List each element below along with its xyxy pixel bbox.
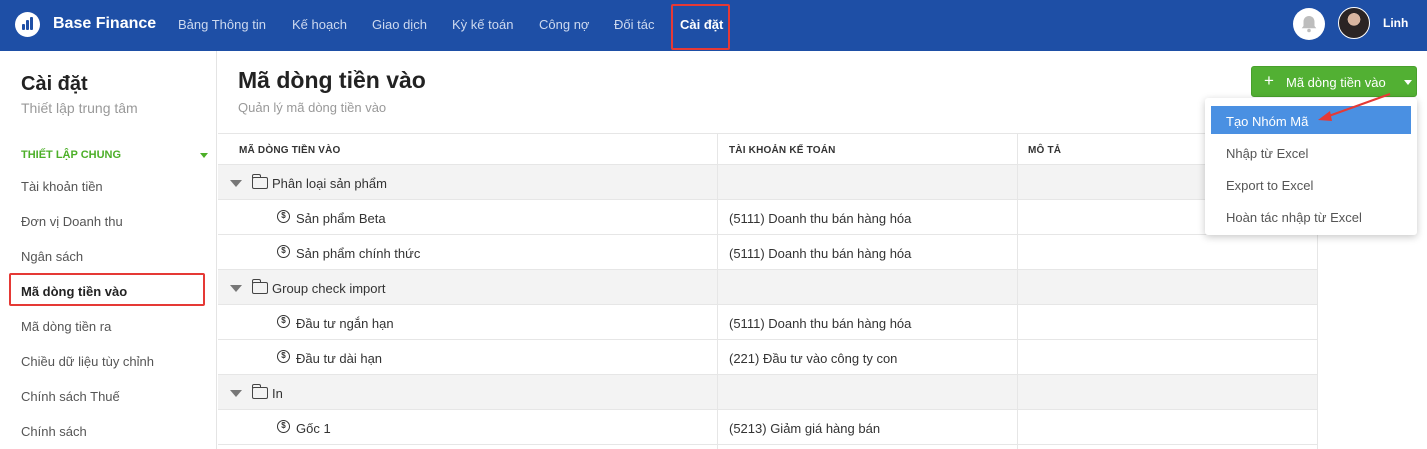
- brand-name[interactable]: Base Finance: [53, 15, 156, 33]
- collapse-icon[interactable]: [230, 285, 242, 292]
- sidebar-section-general[interactable]: THIẾT LẬP CHUNG: [21, 149, 121, 161]
- account-name: (5111) Doanh thu bán hàng hóa: [729, 316, 912, 331]
- account-name: (5111) Doanh thu bán hàng hóa: [729, 246, 912, 261]
- column-divider: [1017, 133, 1018, 449]
- code-name: Sản phẩm chính thức: [296, 246, 421, 261]
- sidebar-item-cash-out-codes[interactable]: Mã dòng tiền ra: [21, 319, 111, 334]
- table-row[interactable]: $ Sản phẩm Beta (5111) Doanh thu bán hàn…: [218, 200, 1318, 235]
- column-header-description[interactable]: MÔ TẢ: [1028, 145, 1061, 156]
- code-name: Gốc 1: [296, 421, 331, 436]
- group-name: Phân loại sản phẩm: [272, 176, 387, 191]
- menu-item-label: Nhập từ Excel: [1226, 146, 1309, 161]
- table-group-row[interactable]: Phân loại sản phẩm: [218, 165, 1318, 200]
- menu-item-label: Export to Excel: [1226, 178, 1314, 193]
- menu-item-export-excel[interactable]: Export to Excel: [1211, 170, 1411, 198]
- account-name: (221) Đầu tư vào công ty con: [729, 351, 898, 366]
- table-group-row[interactable]: Group check import: [218, 270, 1318, 305]
- chevron-down-icon[interactable]: [200, 153, 208, 158]
- folder-icon: [251, 279, 268, 294]
- table-group-row[interactable]: In: [218, 375, 1318, 410]
- sidebar-item-cash-in-codes[interactable]: Mã dòng tiền vào: [21, 284, 127, 299]
- top-navbar: Base Finance Bảng Thông tin Kế hoạch Gia…: [0, 0, 1427, 51]
- add-cash-in-code-button[interactable]: + Mã dòng tiền vào: [1251, 66, 1417, 97]
- avatar[interactable]: [1338, 7, 1370, 39]
- menu-item-import-excel[interactable]: Nhập từ Excel: [1211, 138, 1411, 166]
- sidebar-subtitle: Thiết lập trung tâm: [21, 100, 138, 116]
- page-subtitle: Quản lý mã dòng tiền vào: [238, 100, 387, 115]
- dollar-coin-icon: $: [277, 420, 290, 433]
- add-options-dropdown: Tạo Nhóm Mã Nhập từ Excel Export to Exce…: [1205, 98, 1417, 235]
- code-name: Sản phẩm Beta: [296, 211, 386, 226]
- table-header: MÃ DÒNG TIỀN VÀO TÀI KHOẢN KẾ TOÁN MÔ TẢ: [218, 133, 1318, 165]
- dollar-coin-icon: $: [277, 315, 290, 328]
- account-name: (5111) Doanh thu bán hàng hóa: [729, 211, 912, 226]
- sidebar-title: Cài đặt: [21, 73, 88, 95]
- nav-transactions[interactable]: Giao dịch: [372, 17, 427, 32]
- column-header-code[interactable]: MÃ DÒNG TIỀN VÀO: [239, 145, 341, 156]
- notifications-button[interactable]: [1293, 8, 1325, 40]
- code-name: Đầu tư dài hạn: [296, 351, 383, 366]
- folder-icon: [251, 384, 268, 399]
- code-name: Đầu tư ngắn hạn: [296, 316, 394, 331]
- table-row[interactable]: $ Đầu tư dài hạn (221) Đầu tư vào công t…: [218, 340, 1318, 375]
- sidebar-item-budget[interactable]: Ngân sách: [21, 249, 83, 264]
- table-row[interactable]: $ Gốc 1 (5213) Giảm giá hàng bán: [218, 410, 1318, 445]
- nav-accounting-period[interactable]: Kỳ kế toán: [452, 17, 513, 32]
- column-divider: [717, 133, 718, 449]
- sidebar-item-policy[interactable]: Chính sách: [21, 424, 87, 439]
- account-name: (5213) Giảm giá hàng bán: [729, 421, 881, 436]
- nav-partners[interactable]: Đối tác: [614, 17, 654, 32]
- bell-icon: [1301, 16, 1317, 33]
- chevron-down-icon[interactable]: [1404, 80, 1412, 85]
- nav-settings[interactable]: Cài đặt: [680, 17, 723, 32]
- settings-sidebar: Cài đặt Thiết lập trung tâm THIẾT LẬP CH…: [0, 51, 217, 449]
- table-row[interactable]: $ Đầu tư ngắn hạn (5111) Doanh thu bán h…: [218, 305, 1318, 340]
- collapse-icon[interactable]: [230, 180, 242, 187]
- table-row[interactable]: $ Sản phẩm chính thức (5111) Doanh thu b…: [218, 235, 1318, 270]
- menu-item-label: Hoàn tác nhập từ Excel: [1226, 210, 1362, 225]
- sidebar-item-custom-dimensions[interactable]: Chiều dữ liệu tùy chỉnh: [21, 354, 154, 369]
- nav-plan[interactable]: Kế hoạch: [292, 17, 347, 32]
- menu-item-label: Tạo Nhóm Mã: [1226, 114, 1309, 129]
- sidebar-item-tax-policy[interactable]: Chính sách Thuế: [21, 389, 120, 404]
- page-title: Mã dòng tiền vào: [238, 67, 426, 93]
- sidebar-item-revenue-units[interactable]: Đơn vị Doanh thu: [21, 214, 123, 229]
- add-button-label: Mã dòng tiền vào: [1286, 75, 1386, 90]
- column-header-account[interactable]: TÀI KHOẢN KẾ TOÁN: [729, 145, 836, 156]
- group-name: Group check import: [272, 281, 386, 296]
- nav-dashboard[interactable]: Bảng Thông tin: [178, 17, 266, 32]
- user-name[interactable]: Linh: [1383, 16, 1408, 30]
- dollar-coin-icon: $: [277, 350, 290, 363]
- logo-icon[interactable]: [15, 12, 40, 37]
- dollar-coin-icon: $: [277, 210, 290, 223]
- menu-item-undo-import[interactable]: Hoàn tác nhập từ Excel: [1211, 202, 1411, 230]
- cash-in-codes-table: MÃ DÒNG TIỀN VÀO TÀI KHOẢN KẾ TOÁN MÔ TẢ…: [218, 133, 1318, 449]
- menu-item-create-group[interactable]: Tạo Nhóm Mã: [1211, 106, 1411, 134]
- sidebar-item-cash-accounts[interactable]: Tài khoản tiền: [21, 179, 103, 194]
- plus-icon: +: [1264, 71, 1274, 90]
- dollar-coin-icon: $: [277, 245, 290, 258]
- folder-icon: [251, 174, 268, 189]
- nav-debt[interactable]: Công nợ: [539, 17, 589, 32]
- group-name: In: [272, 386, 283, 401]
- collapse-icon[interactable]: [230, 390, 242, 397]
